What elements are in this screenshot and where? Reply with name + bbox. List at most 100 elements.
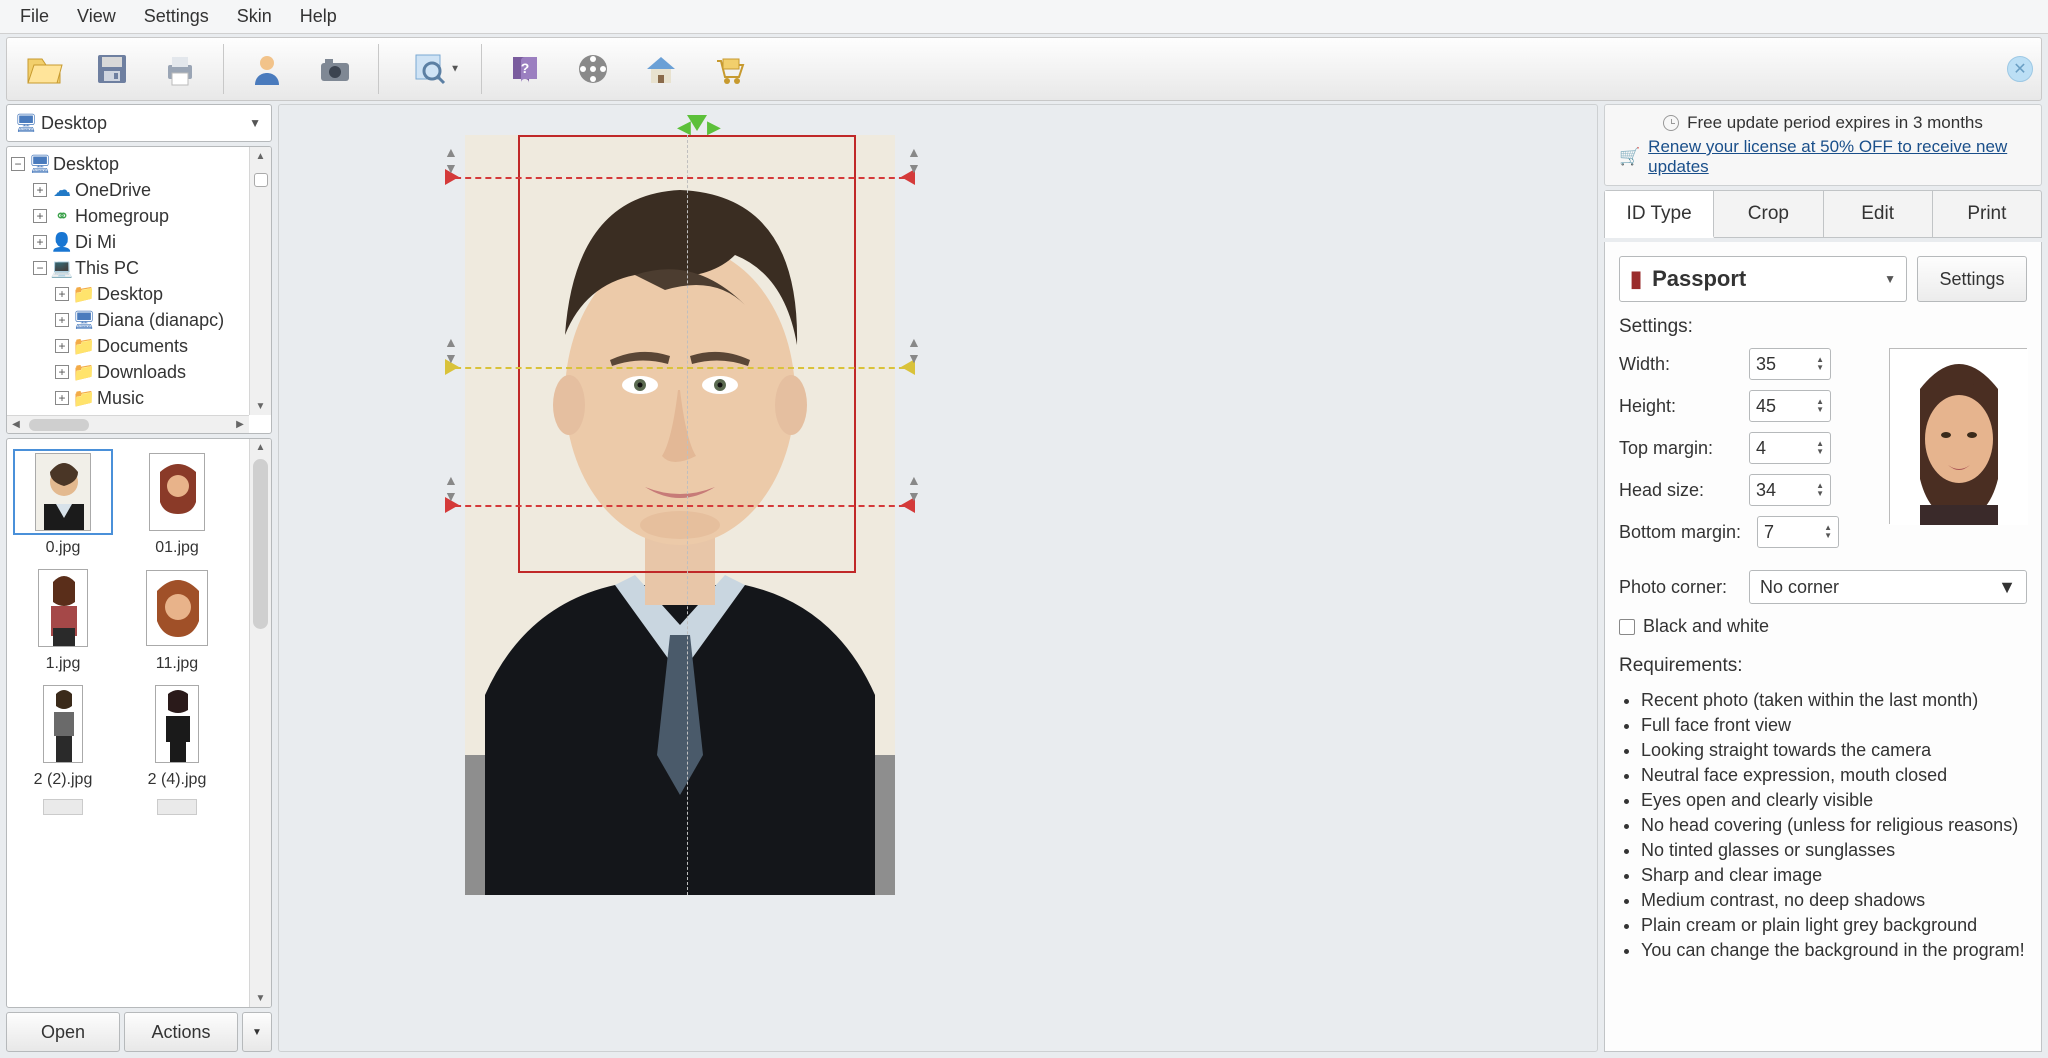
folder-icon: 📁: [75, 337, 93, 355]
requirement-item: Recent photo (taken within the last mont…: [1641, 688, 2027, 713]
thumbnail-item[interactable]: [13, 797, 113, 821]
tree-item[interactable]: +⚭Homegroup: [11, 203, 267, 229]
scroll-left-icon[interactable]: ◀: [7, 419, 25, 430]
thumbnail-item[interactable]: [127, 797, 227, 821]
renew-link[interactable]: Renew your license at 50% OFF to receive…: [1648, 137, 2027, 177]
tab-crop[interactable]: Crop: [1714, 191, 1823, 237]
nudge-arrows-icon[interactable]: ▲▼: [907, 473, 921, 503]
print-button[interactable]: [151, 42, 209, 96]
tree-item[interactable]: +🖥Diana (dianapc): [11, 307, 267, 333]
video-button[interactable]: [564, 42, 622, 96]
actions-button[interactable]: Actions: [124, 1012, 238, 1052]
location-dropdown[interactable]: 🖥 Desktop ▼: [6, 104, 272, 142]
right-tabs: ID Type Crop Edit Print: [1604, 190, 2042, 238]
bottommargin-label: Bottom margin:: [1619, 522, 1749, 543]
tree-item[interactable]: +📁Documents: [11, 333, 267, 359]
close-panel-button[interactable]: ✕: [2007, 56, 2033, 82]
monitor-icon: 🖥: [31, 155, 49, 173]
topmargin-input[interactable]: 4▲▼: [1749, 432, 1831, 464]
thumbnail-item[interactable]: 1.jpg: [13, 565, 113, 673]
home-button[interactable]: [632, 42, 690, 96]
folder-icon: 📁: [75, 285, 93, 303]
tab-edit[interactable]: Edit: [1824, 191, 1933, 237]
idtype-panel: ▮ Passport ▼ Settings Settings: Width: 3…: [1604, 242, 2042, 1052]
scroll-up-icon[interactable]: ▲: [250, 147, 271, 165]
center-marker-icon[interactable]: [687, 115, 707, 131]
photo-canvas[interactable]: ◀ ▶: [278, 104, 1598, 1052]
scroll-down-icon[interactable]: ▼: [250, 397, 271, 415]
scroll-down-icon[interactable]: ▼: [250, 993, 271, 1004]
save-button[interactable]: [83, 42, 141, 96]
tree-item[interactable]: −🖥Desktop: [11, 151, 267, 177]
thumbnail-item[interactable]: 2 (4).jpg: [127, 681, 227, 789]
open-file-button[interactable]: [15, 42, 73, 96]
requirements-block: Requirements: Recent photo (taken within…: [1619, 653, 2027, 963]
open-button[interactable]: Open: [6, 1012, 120, 1052]
photo-preview: [465, 135, 895, 895]
person-button[interactable]: [238, 42, 296, 96]
bottom-margin-guide[interactable]: [445, 505, 915, 507]
thumbnail-item[interactable]: 2 (2).jpg: [13, 681, 113, 789]
tree-item[interactable]: −💻This PC: [11, 255, 267, 281]
bw-checkbox[interactable]: [1619, 619, 1635, 635]
camera-icon: [315, 49, 355, 89]
tab-print[interactable]: Print: [1933, 191, 2041, 237]
tree-item[interactable]: +☁OneDrive: [11, 177, 267, 203]
corner-dropdown[interactable]: No corner▼: [1749, 570, 2027, 604]
photo-thumb-icon: [146, 570, 208, 646]
eye-line-guide[interactable]: [445, 367, 915, 369]
license-notice: Free update period expires in 3 months 🛒…: [1604, 104, 2042, 186]
tree-item[interactable]: +👤Di Mi: [11, 229, 267, 255]
menu-help[interactable]: Help: [286, 2, 351, 31]
photo-thumb-icon: [43, 685, 83, 763]
tree-item[interactable]: +📁Music: [11, 385, 267, 411]
cloud-icon: ☁: [53, 181, 71, 199]
nudge-arrows-icon[interactable]: ▲▼: [907, 335, 921, 365]
tree-item[interactable]: +📁Downloads: [11, 359, 267, 385]
idtype-settings-button[interactable]: Settings: [1917, 256, 2027, 302]
toolbar: ▼ ? ✕: [6, 37, 2042, 101]
nudge-arrows-icon[interactable]: ▲▼: [444, 473, 458, 503]
close-icon: ✕: [2013, 59, 2026, 79]
center-vertical-guide: [687, 135, 688, 895]
top-margin-guide[interactable]: [445, 177, 915, 179]
thumbnail-item[interactable]: 11.jpg: [127, 565, 227, 673]
requirement-item: Eyes open and clearly visible: [1641, 788, 2027, 813]
width-input[interactable]: 35▲▼: [1749, 348, 1831, 380]
menu-settings[interactable]: Settings: [130, 2, 223, 31]
help-button[interactable]: ?: [496, 42, 554, 96]
tree-item[interactable]: +📁Desktop: [11, 281, 267, 307]
nudge-arrows-icon[interactable]: ▲▼: [907, 145, 921, 175]
headsize-input[interactable]: 34▲▼: [1749, 474, 1831, 506]
menu-skin[interactable]: Skin: [223, 2, 286, 31]
nudge-arrows-icon[interactable]: ▲▼: [444, 335, 458, 365]
menu-bar: File View Settings Skin Help: [0, 0, 2048, 34]
homegroup-icon: ⚭: [53, 207, 71, 225]
sample-photo-icon: [1890, 349, 2028, 525]
notice-text: Free update period expires in 3 months: [1687, 113, 1983, 133]
tab-idtype[interactable]: ID Type: [1605, 191, 1714, 238]
requirement-item: No tinted glasses or sunglasses: [1641, 838, 2027, 863]
thumbnail-vscrollbar[interactable]: ▲ ▼: [249, 439, 271, 1007]
location-label: Desktop: [41, 113, 107, 134]
menu-file[interactable]: File: [6, 2, 63, 31]
right-panel: Free update period expires in 3 months 🛒…: [1604, 104, 2042, 1052]
separator: [378, 44, 379, 94]
scroll-up-icon[interactable]: ▲: [250, 439, 271, 453]
height-input[interactable]: 45▲▼: [1749, 390, 1831, 422]
nudge-arrows-icon[interactable]: ▲▼: [444, 145, 458, 175]
idtype-dropdown[interactable]: ▮ Passport ▼: [1619, 256, 1907, 302]
cart-button[interactable]: [700, 42, 758, 96]
tree-hscrollbar[interactable]: ◀ ▶: [7, 415, 249, 433]
actions-dropdown-button[interactable]: ▼: [242, 1012, 272, 1052]
thumbnail-grid: 0.jpg 01.jpg 1.jpg 11.jpg: [6, 438, 272, 1008]
menu-view[interactable]: View: [63, 2, 130, 31]
scroll-right-icon[interactable]: ▶: [231, 419, 249, 430]
camera-button[interactable]: [306, 42, 364, 96]
tree-vscrollbar[interactable]: ▲ ▼: [249, 147, 271, 415]
bottommargin-input[interactable]: 7▲▼: [1757, 516, 1839, 548]
thumbnail-item[interactable]: 01.jpg: [127, 449, 227, 557]
chevron-down-icon: ▼: [450, 64, 460, 75]
thumbnail-item[interactable]: 0.jpg: [13, 449, 113, 557]
zoom-dropdown[interactable]: ▼: [393, 42, 467, 96]
